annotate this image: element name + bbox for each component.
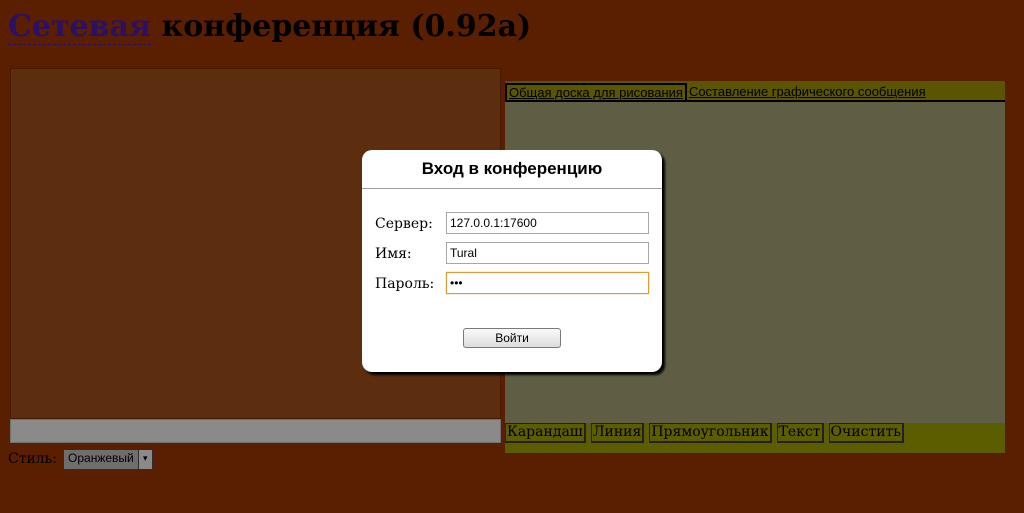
- server-label: Сервер:: [375, 216, 433, 232]
- style-select[interactable]: Оранжевый ▾: [63, 448, 153, 470]
- title-link[interactable]: Сетевая: [8, 9, 152, 45]
- password-input[interactable]: [446, 272, 649, 294]
- line-button[interactable]: Линия: [590, 423, 645, 443]
- chat-message-input[interactable]: [10, 419, 501, 443]
- server-input[interactable]: [446, 212, 649, 234]
- title-text: конференция (0.92а): [151, 9, 532, 44]
- password-label: Пароль:: [375, 276, 435, 292]
- login-button[interactable]: Войти: [463, 328, 561, 348]
- style-select-value: Оранжевый: [64, 449, 138, 469]
- pencil-button[interactable]: Карандаш: [505, 423, 586, 443]
- login-dialog: Вход в конференцию Сервер: Имя: Пароль: …: [362, 150, 662, 372]
- chevron-down-icon[interactable]: ▾: [137, 449, 152, 469]
- rectangle-button[interactable]: Прямоугольник: [649, 423, 772, 443]
- name-input[interactable]: [446, 242, 649, 264]
- login-form: Сервер: Имя: Пароль:: [362, 212, 662, 302]
- style-label: Стиль:: [8, 451, 58, 467]
- password-row: Пароль:: [362, 272, 662, 302]
- tab-compose-graphic-message[interactable]: Составление графического сообщения: [687, 83, 928, 100]
- page-title: Сетевая конференция (0.92а): [8, 8, 531, 46]
- drawing-toolbar: Карандаш Линия Прямоугольник Текст Очист…: [505, 423, 1005, 453]
- name-row: Имя:: [362, 242, 662, 272]
- text-button[interactable]: Текст: [776, 423, 824, 443]
- login-dialog-title: Вход в конференцию: [362, 150, 662, 189]
- server-row: Сервер:: [362, 212, 662, 242]
- tab-shared-board[interactable]: Общая доска для рисования: [505, 83, 687, 100]
- style-row: Стиль: Оранжевый ▾: [8, 448, 153, 470]
- whiteboard-tabs: Общая доска для рисования Составление гр…: [505, 81, 1005, 102]
- clear-button[interactable]: Очистить: [828, 423, 904, 443]
- name-label: Имя:: [375, 246, 412, 262]
